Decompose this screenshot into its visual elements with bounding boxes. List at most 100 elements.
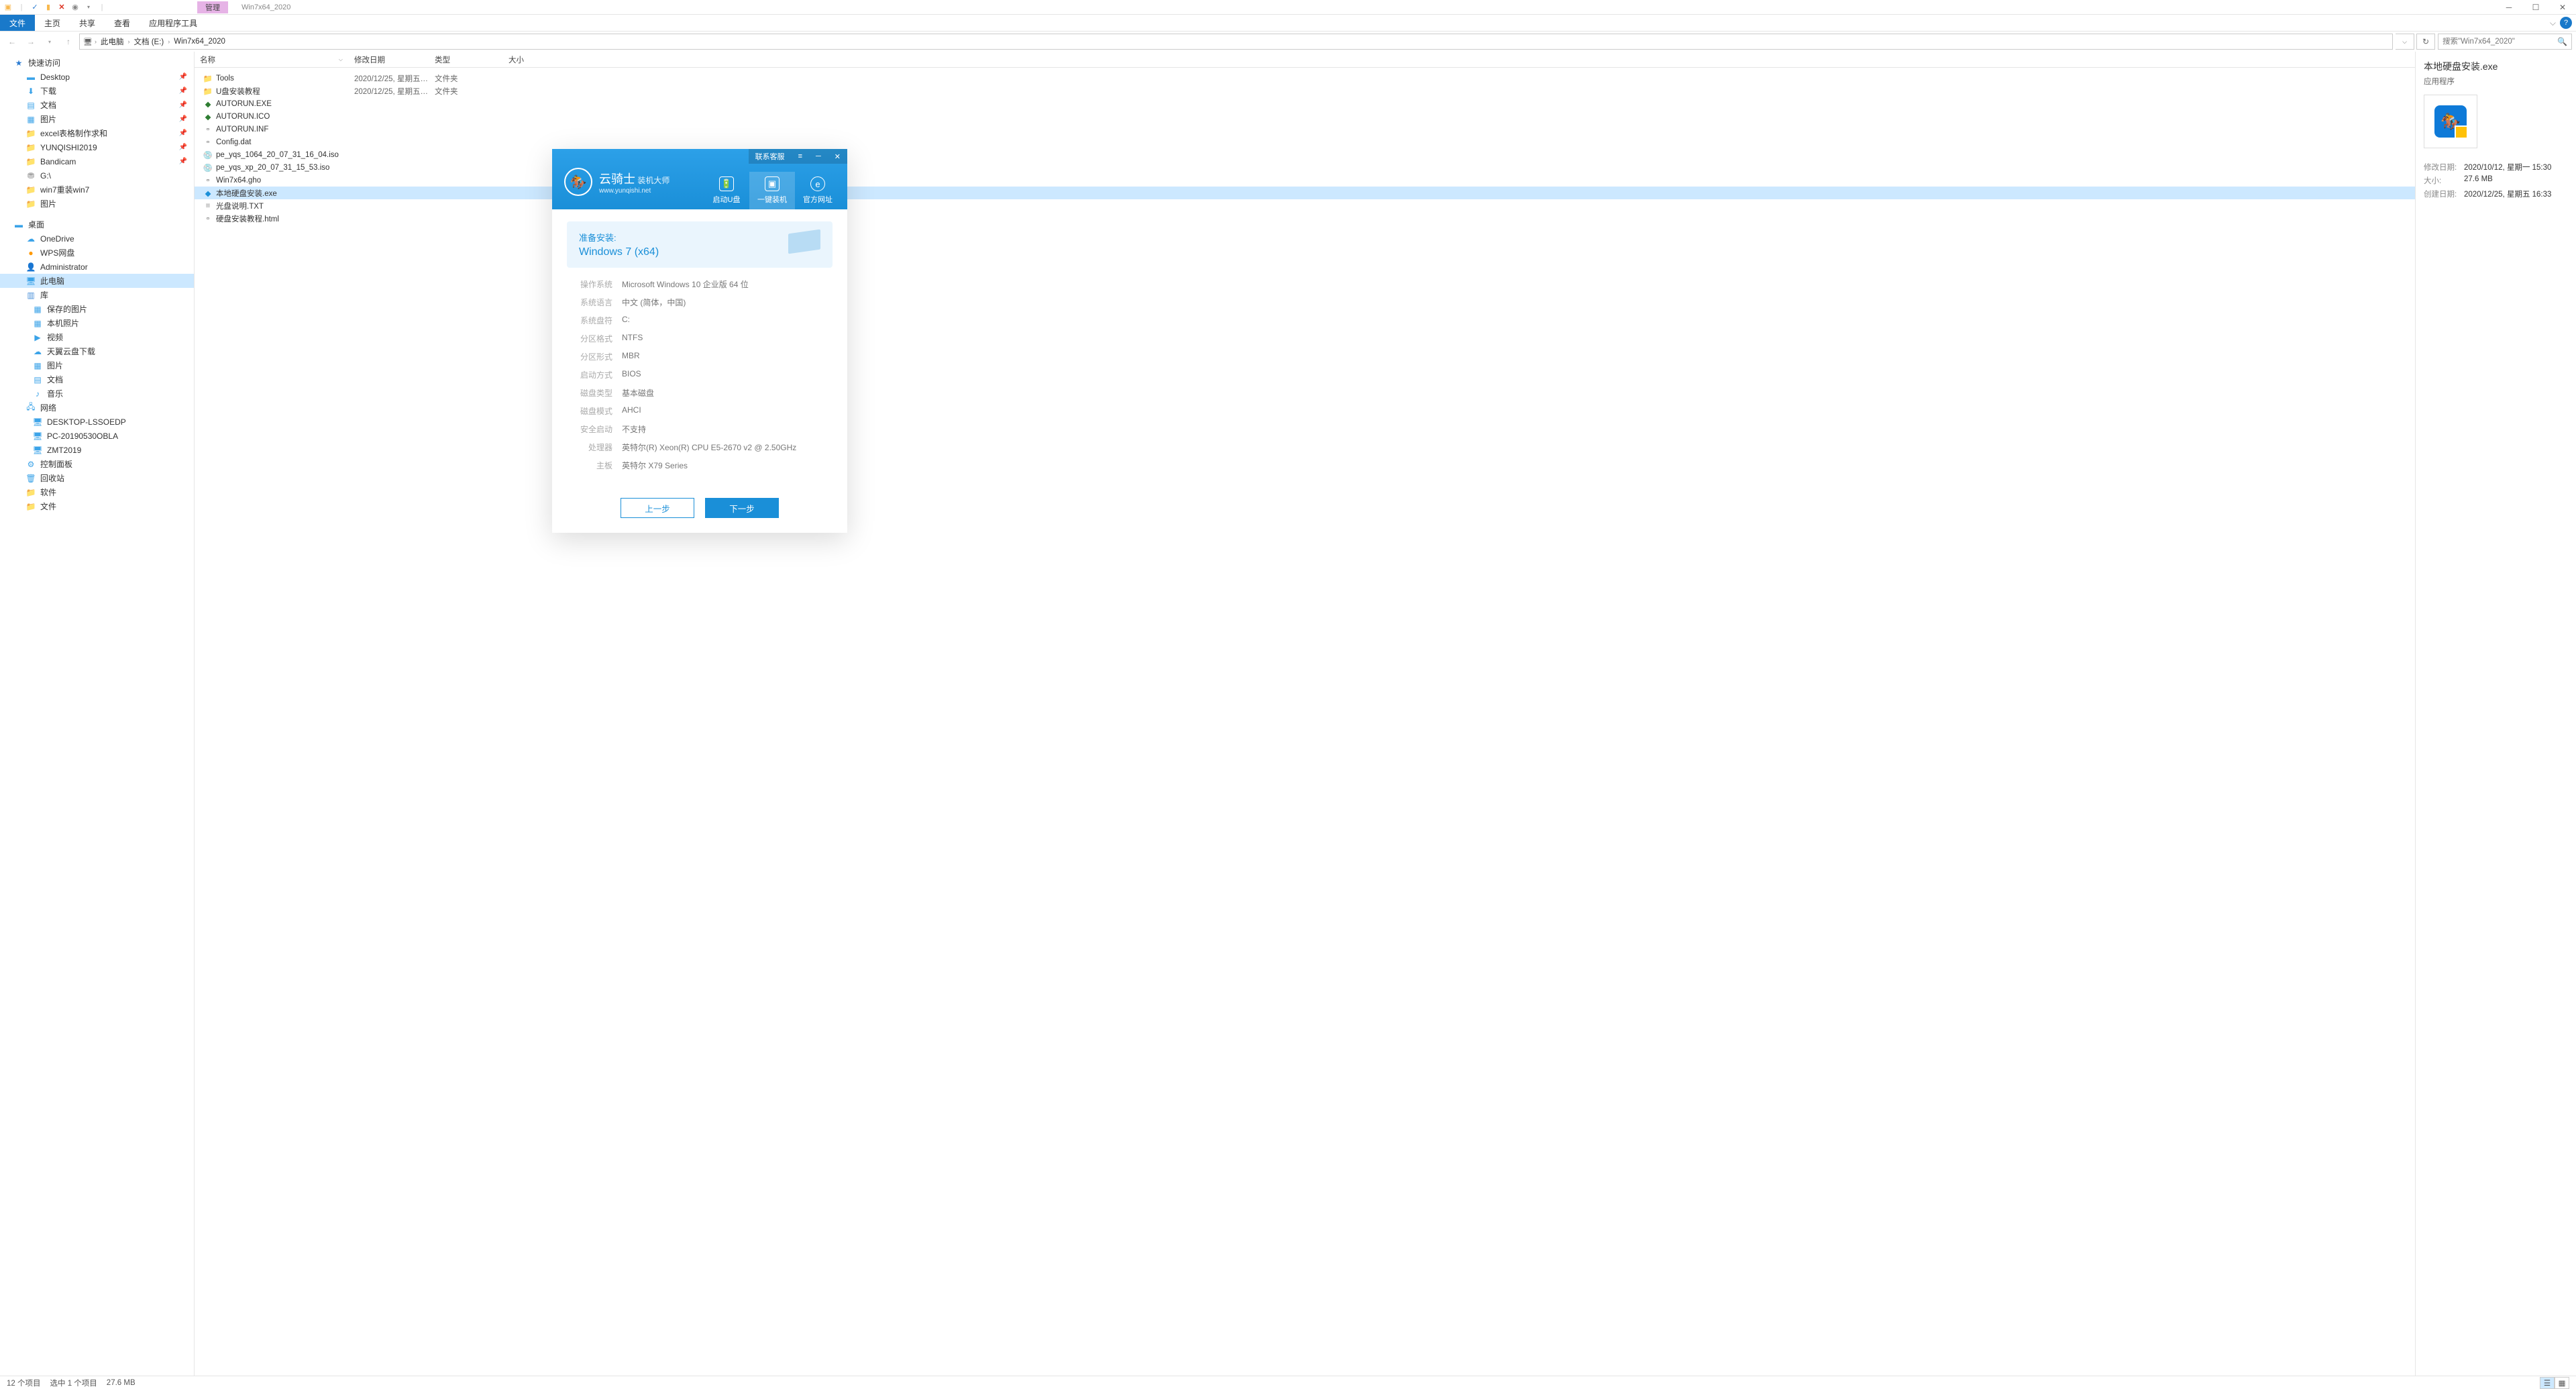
file-row[interactable]: ▫Win7x64.gho (195, 174, 2415, 187)
file-row[interactable]: 💿pe_yqs_1064_20_07_31_16_04.iso (195, 148, 2415, 161)
nav-savedpics[interactable]: ▦保存的图片 (0, 302, 194, 316)
recent-dropdown[interactable]: ▾ (42, 34, 58, 50)
col-name[interactable]: 名称⌵ (195, 52, 349, 68)
file-row[interactable]: ◆AUTORUN.EXE (195, 97, 2415, 110)
nav-network[interactable]: 🖧网络 (0, 401, 194, 415)
document-icon: ▤ (32, 374, 43, 385)
folder-icon[interactable]: ▮ (43, 2, 54, 13)
crumb-thispc[interactable]: 此电脑 (98, 35, 127, 48)
back-button[interactable]: ← (4, 34, 20, 50)
nav-pc1[interactable]: 🖥DESKTOP-LSSOEDP (0, 415, 194, 429)
addressbar-dropdown[interactable]: ⌵ (2396, 34, 2414, 50)
file-row[interactable]: ◆本地硬盘安装.exe (195, 187, 2415, 199)
nav-desktop[interactable]: ▬Desktop📌 (0, 70, 194, 84)
search-input[interactable] (2443, 38, 2557, 46)
file-row[interactable]: ▫硬盘安装教程.html (195, 212, 2415, 225)
chevron-down-icon[interactable]: ⌵ (2550, 18, 2556, 28)
nav-pc2[interactable]: 🖥PC-20190530OBLA (0, 429, 194, 443)
ribbon-view[interactable]: 查看 (105, 15, 140, 31)
close-icon[interactable]: ✕ (828, 149, 847, 164)
nav-onedrive[interactable]: ☁OneDrive (0, 232, 194, 246)
nav-win7re[interactable]: 📁win7重装win7 (0, 183, 194, 197)
thumbnails-view-button[interactable]: ▦ (2555, 1377, 2569, 1389)
crumb-folder[interactable]: Win7x64_2020 (171, 36, 228, 47)
col-size[interactable]: 大小 (503, 52, 570, 68)
nav-video[interactable]: ▶视频 (0, 330, 194, 344)
up-button[interactable]: ↑ (60, 34, 76, 50)
col-type[interactable]: 类型 (429, 52, 503, 68)
info-value: AHCI (622, 405, 641, 417)
nav-libraries[interactable]: ▥库 (0, 288, 194, 302)
file-row[interactable]: ▫AUTORUN.INF (195, 123, 2415, 136)
search-icon[interactable]: 🔍 (2557, 37, 2567, 46)
forward-button[interactable]: → (23, 34, 39, 50)
nav-yunru[interactable]: 📁YUNQISHI2019📌 (0, 140, 194, 154)
crumb-drive[interactable]: 文档 (E:) (131, 35, 167, 48)
nav-docs[interactable]: ▤文档📌 (0, 98, 194, 112)
nav-bandicam[interactable]: 📁Bandicam📌 (0, 154, 194, 168)
file-icon: 💿 (203, 150, 213, 160)
ribbon-share[interactable]: 共享 (70, 15, 105, 31)
nav-thispc[interactable]: 🖥此电脑 (0, 274, 194, 288)
nav-pc3[interactable]: 🖥ZMT2019 (0, 443, 194, 457)
col-date[interactable]: 修改日期 (349, 52, 429, 68)
delete-icon[interactable]: ✕ (56, 2, 67, 13)
tab-website[interactable]: e官方网址 (795, 172, 841, 209)
nav-pictures2[interactable]: 📁图片 (0, 197, 194, 211)
nav-quick-access[interactable]: ★快速访问 (0, 56, 194, 70)
nav-music[interactable]: ♪音乐 (0, 387, 194, 401)
menu-icon[interactable]: ≡ (792, 149, 809, 164)
nav-tianyi[interactable]: ☁天翼云盘下载 (0, 344, 194, 358)
details-view-button[interactable]: ☰ (2540, 1377, 2555, 1389)
prev-button[interactable]: 上一步 (621, 498, 694, 518)
info-value: 中文 (简体，中国) (622, 297, 686, 308)
nav-label: 软件 (40, 486, 56, 498)
column-headers: 名称⌵ 修改日期 类型 大小 (195, 52, 2415, 68)
nav-controlpanel[interactable]: ⚙控制面板 (0, 457, 194, 471)
nav-wps[interactable]: ●WPS网盘 (0, 246, 194, 260)
manage-tab[interactable]: 管理 (197, 1, 228, 13)
nav-desktop-header[interactable]: ▬桌面 (0, 217, 194, 232)
nav-gdrive[interactable]: ⛃G:\ (0, 168, 194, 183)
file-row[interactable]: 💿pe_yqs_xp_20_07_31_15_53.iso (195, 161, 2415, 174)
nav-software[interactable]: 📁软件 (0, 485, 194, 499)
nav-admin[interactable]: 👤Administrator (0, 260, 194, 274)
search-box[interactable]: 🔍 (2438, 34, 2572, 50)
file-row[interactable]: ≡光盘说明.TXT (195, 199, 2415, 212)
ribbon-home[interactable]: 主页 (35, 15, 70, 31)
refresh-button[interactable]: ↻ (2416, 34, 2435, 50)
nav-excel[interactable]: 📁excel表格制作求和📌 (0, 126, 194, 140)
nav-downloads[interactable]: ⬇下载📌 (0, 84, 194, 98)
contact-button[interactable]: 联系客服 (749, 149, 792, 164)
tab-install[interactable]: ▣一键装机 (749, 172, 795, 209)
library-icon: ▥ (25, 290, 36, 301)
selection-count: 选中 1 个项目 (50, 1378, 97, 1388)
file-row[interactable]: 📁U盘安装教程2020/12/25, 星期五 1...文件夹 (195, 85, 2415, 97)
breadcrumb[interactable]: 🖥 › 此电脑 › 文档 (E:) › Win7x64_2020 (79, 34, 2393, 50)
nav-pictures3[interactable]: ▦图片 (0, 358, 194, 372)
nav-files[interactable]: 📁文件 (0, 499, 194, 513)
properties-icon[interactable]: ◉ (70, 2, 80, 13)
file-row[interactable]: ▫Config.dat (195, 136, 2415, 148)
ribbon-apptools[interactable]: 应用程序工具 (140, 15, 207, 31)
minimize-button[interactable]: ─ (2496, 0, 2522, 15)
ribbon-file[interactable]: 文件 (0, 15, 35, 31)
nav-docs2[interactable]: ▤文档 (0, 372, 194, 387)
file-name: Tools (216, 74, 234, 83)
next-button[interactable]: 下一步 (705, 498, 779, 518)
check-icon[interactable]: ✓ (30, 2, 40, 13)
dropdown-icon[interactable]: ▾ (83, 2, 94, 13)
close-button[interactable]: ✕ (2549, 0, 2576, 15)
help-icon[interactable]: ? (2560, 17, 2572, 29)
file-row[interactable]: 📁Tools2020/12/25, 星期五 1...文件夹 (195, 72, 2415, 85)
tab-usb[interactable]: 🔋启动U盘 (704, 172, 749, 209)
file-row[interactable]: ◆AUTORUN.ICO (195, 110, 2415, 123)
minimize-icon[interactable]: ─ (809, 149, 828, 164)
file-name: 光盘说明.TXT (216, 201, 264, 211)
nav-localphotos[interactable]: ▦本机照片 (0, 316, 194, 330)
nav-pictures[interactable]: ▦图片📌 (0, 112, 194, 126)
nav-recycle[interactable]: 🗑回收站 (0, 471, 194, 485)
file-icon: ◆ (203, 99, 213, 109)
maximize-button[interactable]: ☐ (2522, 0, 2549, 15)
nav-label: 库 (40, 289, 48, 301)
